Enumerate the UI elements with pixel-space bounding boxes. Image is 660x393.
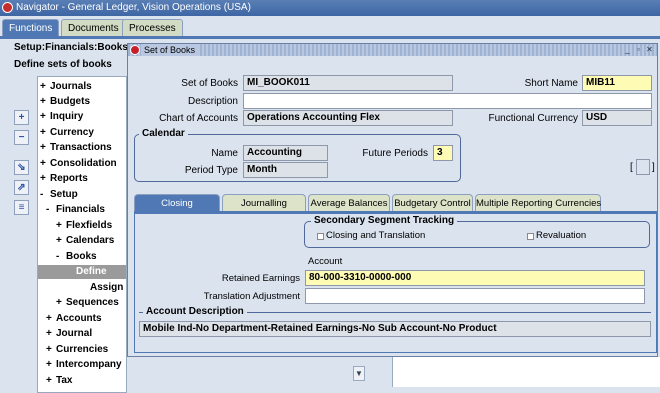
scroll-down-icon[interactable]: ▼ [353, 366, 365, 381]
navigator-subtitle: Define sets of books [14, 59, 112, 70]
closing-tab-content: Secondary Segment Tracking Closing and T… [134, 211, 657, 353]
expand-branch-icon[interactable]: ⇘ [14, 160, 29, 175]
functional-currency-label: Functional Currency [488, 113, 578, 124]
retained-earnings-field[interactable]: 80-000-3310-0000-000 [305, 270, 645, 286]
tree-item[interactable]: + Inquiry [40, 110, 83, 124]
account-description-field[interactable]: Mobile Ind-No Department-Retained Earnin… [139, 321, 651, 337]
calendar-name-field[interactable]: Accounting [243, 145, 328, 161]
flexfield-bracket-open: [ [630, 162, 633, 173]
minimize-icon[interactable]: _ [623, 45, 632, 54]
oracle-logo-icon [2, 2, 13, 13]
tab-functions[interactable]: Functions [2, 19, 60, 36]
tree-item[interactable]: + Reports [40, 172, 88, 186]
revaluation-label: Revaluation [536, 230, 587, 241]
tree-item[interactable]: + Accounts [46, 312, 102, 326]
set-of-books-window: Set of Books _ ▫ ✕ Set of Books MI_BOOK0… [127, 43, 658, 357]
tree-item[interactable]: + Budgets [40, 95, 90, 109]
description-label: Description [187, 96, 238, 107]
short-name-field[interactable]: MIB11 [582, 75, 652, 91]
tab-documents[interactable]: Documents [61, 19, 126, 36]
tree-item[interactable]: + Transactions [40, 141, 112, 155]
retained-earnings-label: Retained Earnings [221, 273, 300, 284]
tree-item[interactable]: - Financials [46, 203, 105, 217]
functional-currency-field[interactable]: USD [582, 110, 652, 126]
revaluation-checkbox[interactable] [527, 233, 534, 240]
tree-item[interactable]: + Calendars [56, 234, 114, 248]
tree-item-selected[interactable]: Define [38, 265, 126, 279]
chart-of-accounts-field[interactable]: Operations Accounting Flex [243, 110, 453, 126]
period-type-field[interactable]: Month [243, 162, 328, 178]
closing-and-translation-label: Closing and Translation [326, 230, 426, 241]
tree-item[interactable]: + Currency [40, 126, 94, 140]
tab-multiple-reporting-currencies[interactable]: Multiple Reporting Currencies [475, 194, 601, 211]
documents-panel [392, 357, 660, 387]
tree-item[interactable]: + Sequences [56, 296, 119, 310]
collapse-all-icon[interactable]: ≡ [14, 200, 29, 215]
tree-item[interactable]: + Currencies [46, 343, 108, 357]
tree-item[interactable]: + Intercompany [46, 358, 122, 372]
oracle-form-icon [130, 45, 140, 55]
description-field[interactable] [243, 93, 652, 109]
maximize-icon[interactable]: ▫ [634, 45, 643, 54]
set-of-books-title-bar[interactable] [128, 44, 657, 56]
navigator-title: Navigator - General Ledger, Vision Opera… [16, 2, 251, 13]
tree-item[interactable]: - Setup [40, 188, 78, 202]
expand-icon[interactable]: + [14, 110, 29, 125]
chart-of-accounts-label: Chart of Accounts [159, 113, 238, 124]
function-tree[interactable]: + Journals + Budgets + Inquiry + Currency + T… [37, 76, 127, 393]
translation-adjustment-field[interactable] [305, 288, 645, 304]
calendar-name-label: Name [211, 148, 238, 159]
short-name-label: Short Name [524, 78, 578, 89]
tab-closing[interactable]: Closing [134, 194, 220, 211]
future-periods-field[interactable]: 3 [433, 145, 453, 161]
secondary-segment-title: Secondary Segment Tracking [311, 215, 458, 226]
tab-average-balances[interactable]: Average Balances [308, 194, 390, 211]
tab-journalling[interactable]: Journalling [222, 194, 306, 211]
account-description-title: Account Description [143, 306, 247, 317]
set-of-books-field[interactable]: MI_BOOK011 [243, 75, 453, 91]
closing-and-translation-checkbox[interactable] [317, 233, 324, 240]
close-icon[interactable]: ✕ [645, 45, 654, 54]
tree-item[interactable]: - Books [56, 250, 97, 264]
translation-adjustment-label: Translation Adjustment [203, 291, 300, 302]
navigator-title-bar: Navigator - General Ledger, Vision Opera… [0, 0, 660, 16]
calendar-group-title: Calendar [139, 128, 188, 139]
flexfield-bracket-close: ] [652, 162, 655, 173]
navigator-path: Setup:Financials:Books:D [14, 42, 139, 53]
expand-all-icon[interactable]: ⇗ [14, 180, 29, 195]
tab-budgetary-control[interactable]: Budgetary Control [392, 194, 473, 211]
tree-item[interactable]: + Consolidation [40, 157, 117, 171]
tree-item[interactable]: + Journal [46, 327, 92, 341]
tree-item[interactable]: + Flexfields [56, 219, 112, 233]
tree-item[interactable]: Assign [90, 281, 123, 295]
tree-item[interactable]: + Tax [46, 374, 73, 388]
descriptive-flexfield[interactable] [636, 159, 650, 175]
set-of-books-title: Set of Books [141, 44, 199, 56]
account-header: Account [308, 256, 343, 267]
set-of-books-label: Set of Books [181, 78, 238, 89]
collapse-icon[interactable]: − [14, 130, 29, 145]
tree-item[interactable]: + Journals [40, 80, 92, 94]
tab-processes[interactable]: Processes [122, 19, 183, 36]
period-type-label: Period Type [184, 165, 238, 176]
future-periods-label: Future Periods [362, 148, 428, 159]
